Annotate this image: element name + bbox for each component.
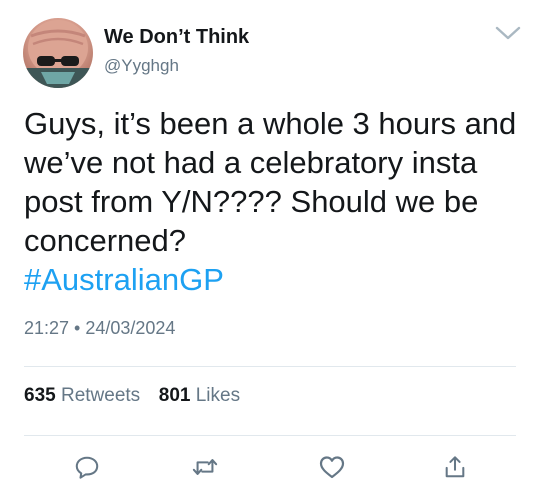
retweets-label[interactable]: Retweets xyxy=(61,385,140,406)
tweet-timestamp[interactable]: 21:27 • 24/03/2024 xyxy=(24,318,175,339)
tweet-text: Guys, it’s been a whole 3 hours and we’v… xyxy=(24,106,517,258)
engagement-stats: 635 Retweets 801 Likes xyxy=(24,385,240,407)
share-button[interactable] xyxy=(440,452,470,482)
retweets-count[interactable]: 635 xyxy=(24,385,56,406)
share-icon xyxy=(445,456,465,478)
retweet-icon xyxy=(192,459,218,475)
likes-label[interactable]: Likes xyxy=(196,385,240,406)
retweet-button[interactable] xyxy=(190,452,220,482)
hashtag-link[interactable]: #AustralianGP xyxy=(24,260,524,299)
reply-button[interactable] xyxy=(72,452,102,482)
likes-count[interactable]: 801 xyxy=(159,385,191,406)
divider xyxy=(24,435,516,436)
tweet-body: Guys, it’s been a whole 3 hours and we’v… xyxy=(24,104,524,299)
display-name[interactable]: We Don’t Think xyxy=(104,26,249,49)
reply-icon xyxy=(75,456,99,479)
chevron-down-icon[interactable] xyxy=(494,24,522,42)
divider xyxy=(24,366,516,367)
user-handle[interactable]: @Yyghgh xyxy=(104,56,179,76)
heart-icon xyxy=(319,456,345,479)
like-button[interactable] xyxy=(317,452,347,482)
avatar[interactable] xyxy=(23,18,93,88)
